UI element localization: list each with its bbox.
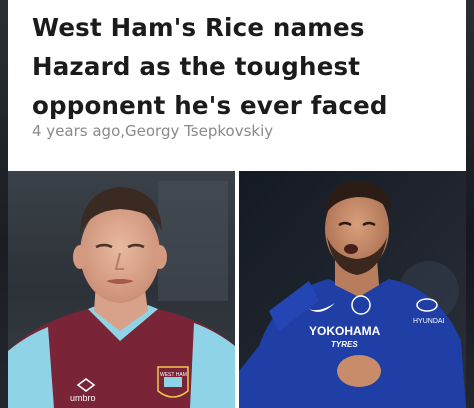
sponsor-text: YOKOHAMA — [309, 324, 381, 338]
background-left — [0, 0, 8, 408]
sleeve-text: HYUNDAI — [413, 318, 445, 325]
crest-text: WEST HAM — [160, 372, 187, 378]
article-headline[interactable]: West Ham's Rice names Hazard as the toug… — [32, 8, 452, 125]
photo-hazard-image: YOKOHAMA TYRES HYUNDAI — [239, 171, 466, 408]
article-photos[interactable]: umbro WEST HAM YOKOHAMA TYRES HYUNDAI — [8, 171, 466, 408]
background-right — [466, 0, 474, 408]
photo-hazard[interactable]: YOKOHAMA TYRES HYUNDAI — [239, 171, 466, 408]
photo-rice-image: umbro WEST HAM — [8, 171, 235, 408]
shirt-brand-text: umbro — [70, 393, 96, 403]
article-meta: 4 years ago,Georgy Tsepkovskiy — [32, 122, 274, 140]
photo-rice[interactable]: umbro WEST HAM — [8, 171, 235, 408]
news-card[interactable]: West Ham's Rice names Hazard as the toug… — [8, 0, 466, 408]
sponsor-sub-text: TYRES — [331, 340, 358, 349]
